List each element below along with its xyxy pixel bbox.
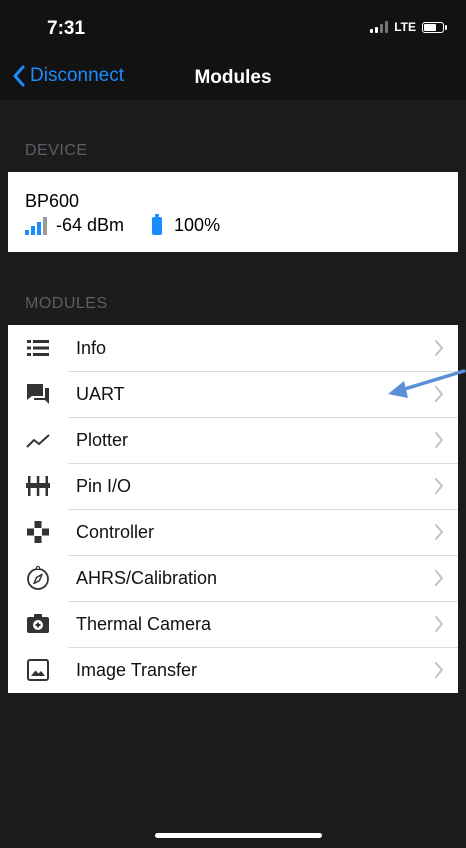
module-item-image-transfer[interactable]: Image Transfer [8,647,458,693]
module-item-plotter[interactable]: Plotter [8,417,458,463]
chevron-right-icon [435,340,444,356]
gamepad-icon [27,521,49,543]
chevron-right-icon [435,478,444,494]
module-item-ahrs-calibration[interactable]: AHRS/Calibration [8,555,458,601]
device-battery-icon [152,213,163,235]
module-label: Plotter [76,430,129,450]
chevron-right-icon [435,524,444,540]
module-item-thermal-camera[interactable]: Thermal Camera [8,601,458,647]
annotation-arrow-icon [388,369,466,398]
device-name: BP600 [25,191,80,211]
navigation-bar: Disconnect Modules [0,58,466,100]
module-label: Info [76,338,107,358]
network-type: LTE [394,20,416,34]
page-title: Modules [194,67,272,88]
module-label: UART [76,384,125,404]
status-time: 7:31 [47,18,86,39]
device-section-header: DEVICE [25,142,88,159]
status-indicators: LTE [370,20,447,34]
modules-section-header: MODULES [25,295,108,312]
list-icon [27,340,49,356]
chevron-right-icon [435,662,444,678]
module-label: AHRS/Calibration [76,568,218,588]
module-label: Thermal Camera [76,614,212,634]
chat-icon [27,384,49,404]
image-icon [27,659,49,681]
battery-icon [422,21,447,33]
module-item-pin-io[interactable]: Pin I/O [8,463,458,509]
module-label: Image Transfer [76,660,198,680]
chevron-right-icon [435,570,444,586]
device-cell: BP600 -64 dBm 100% [8,172,458,252]
chart-line-icon [26,434,50,448]
camera-icon [27,614,49,633]
cellular-signal-icon [370,21,389,33]
signal-strength-icon [25,216,47,235]
compass-icon [27,566,49,590]
device-stats: -64 dBm 100% [25,213,221,236]
pins-icon [26,476,50,496]
chevron-right-icon [435,432,444,448]
module-label: Controller [76,522,155,542]
module-label: Pin I/O [76,476,132,496]
status-bar: 7:31 LTE [0,0,466,58]
chevron-right-icon [435,616,444,632]
module-item-controller[interactable]: Controller [8,509,458,555]
device-battery-level: 100% [174,215,221,235]
home-indicator[interactable] [155,833,322,838]
device-rssi: -64 dBm [56,215,125,235]
